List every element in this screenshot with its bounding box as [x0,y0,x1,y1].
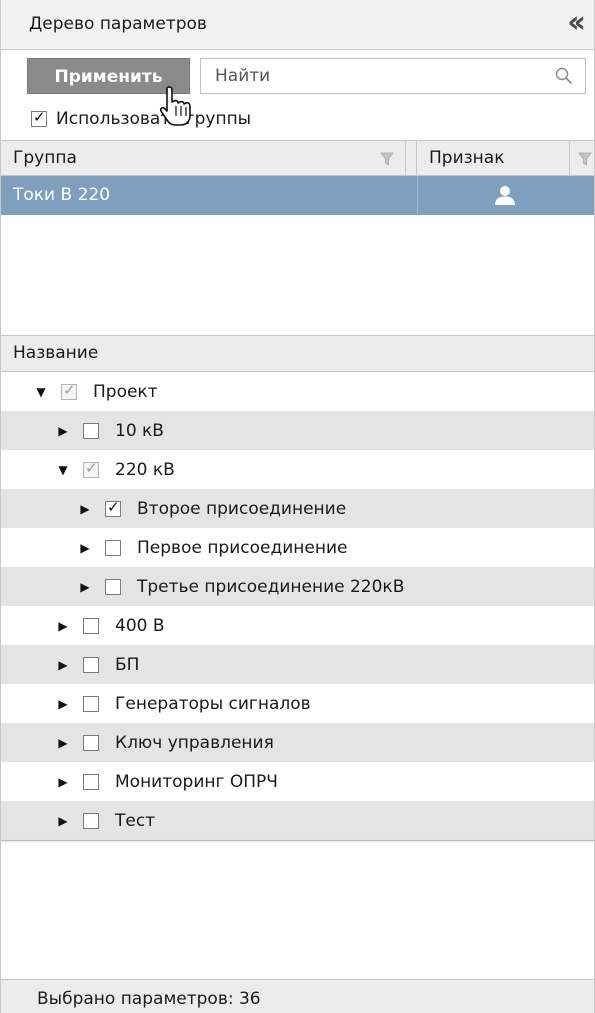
group-column-label: Группа [13,148,77,168]
expanded-arrow-icon[interactable]: ▼ [33,385,49,399]
panel-title: Дерево параметров [29,14,207,34]
collapsed-arrow-icon[interactable]: ▶ [55,658,71,672]
tree-item[interactable]: ▶ 10 кВ [1,411,594,450]
group-column-header[interactable]: Группа [1,141,417,175]
collapsed-arrow-icon[interactable]: ▶ [55,619,71,633]
collapsed-arrow-icon[interactable]: ▶ [55,736,71,750]
tree-item-label: Третье присоединение 220кВ [137,576,405,597]
tree-item-checkbox[interactable] [83,773,99,790]
tree-item[interactable]: ▶ 400 В [1,606,594,645]
filter-icon[interactable] [578,151,592,167]
filter-icon[interactable] [380,151,394,167]
selected-count-text: Выбрано параметров: 36 [37,989,261,1009]
collapsed-arrow-icon[interactable]: ▶ [55,424,71,438]
search-icon[interactable] [555,67,573,85]
use-groups-option[interactable]: Использовать группы [31,107,251,131]
tree-item-label: Проект [93,381,158,402]
tree-item[interactable]: ▶ БП [1,645,594,684]
tree-item[interactable]: ▶ Ключ управления [1,723,594,762]
tree-header-label: Название [13,343,99,363]
collapsed-arrow-icon[interactable]: ▶ [55,814,71,828]
flag-column-header[interactable]: Признак [417,141,595,175]
use-groups-checkbox[interactable] [31,108,47,127]
double-chevron-left-icon[interactable]: ‹‹ [567,8,586,38]
parameter-tree: ▼ Проект ▶ 10 кВ ▼ 220 кВ ▶ Второе присоединени… [1,372,594,840]
group-table-row[interactable]: Токи В 220 [1,176,594,215]
apply-button[interactable]: Применить [27,58,190,94]
search-input[interactable] [215,65,535,87]
expanded-arrow-icon[interactable]: ▼ [55,463,71,477]
tree-item-checkbox[interactable] [83,734,99,751]
tree-item[interactable]: ▶ Первое присоединение [1,528,594,567]
tree-item[interactable]: ▶ Третье присоединение 220кВ [1,567,594,606]
tree-item[interactable]: ▶ Тест [1,801,594,840]
parameter-tree-panel: Дерево параметров ‹‹ Применить Использов… [0,0,595,1013]
tree-item[interactable]: ▼ 220 кВ [1,450,594,489]
collapsed-arrow-icon[interactable]: ▶ [55,697,71,711]
panel-header: Дерево параметров ‹‹ [1,0,594,50]
tree-item-label: 10 кВ [115,420,164,441]
tree-item[interactable]: ▼ Проект [1,372,594,411]
tree-item-label: Первое присоединение [137,537,348,558]
collapsed-arrow-icon[interactable]: ▶ [77,580,93,594]
tree-item[interactable]: ▶ Второе присоединение [1,489,594,528]
tree-item-label: Генераторы сигналов [115,693,311,714]
search-box [200,58,586,94]
tree-item-checkbox[interactable] [83,617,99,634]
tree-item-checkbox[interactable] [61,381,77,400]
flag-column-label: Признак [429,148,505,168]
tree-item-checkbox[interactable] [105,498,121,517]
status-bar: Выбрано параметров: 36 [1,979,594,1013]
tree-item-checkbox[interactable] [83,695,99,712]
tree-item-label: 400 В [115,615,165,636]
tree-item-label: БП [115,654,140,675]
tree-item-label: Мониторинг ОПРЧ [115,771,278,792]
tree-item-checkbox[interactable] [83,422,99,439]
tree-item-label: Ключ управления [115,732,274,753]
tree-item-checkbox[interactable] [105,539,121,556]
tree-item-checkbox[interactable] [83,459,99,478]
tree-item-label: Тест [115,810,156,831]
person-icon [495,186,515,205]
use-groups-label: Использовать группы [56,109,252,129]
tree-item[interactable]: ▶ Мониторинг ОПРЧ [1,762,594,801]
group-name: Токи В 220 [13,185,111,205]
group-table-header: Группа Признак [1,140,594,176]
tree-bottom-divider [1,840,594,841]
collapsed-arrow-icon[interactable]: ▶ [77,541,93,555]
tree-item-checkbox[interactable] [105,578,121,595]
tree-item-label: 220 кВ [115,459,175,480]
tree-item[interactable]: ▶ Генераторы сигналов [1,684,594,723]
tree-item-label: Второе присоединение [137,498,347,519]
tree-item-checkbox[interactable] [83,812,99,829]
collapsed-arrow-icon[interactable]: ▶ [55,775,71,789]
tree-header[interactable]: Название [1,335,594,372]
collapsed-arrow-icon[interactable]: ▶ [77,502,93,516]
tree-item-checkbox[interactable] [83,656,99,673]
